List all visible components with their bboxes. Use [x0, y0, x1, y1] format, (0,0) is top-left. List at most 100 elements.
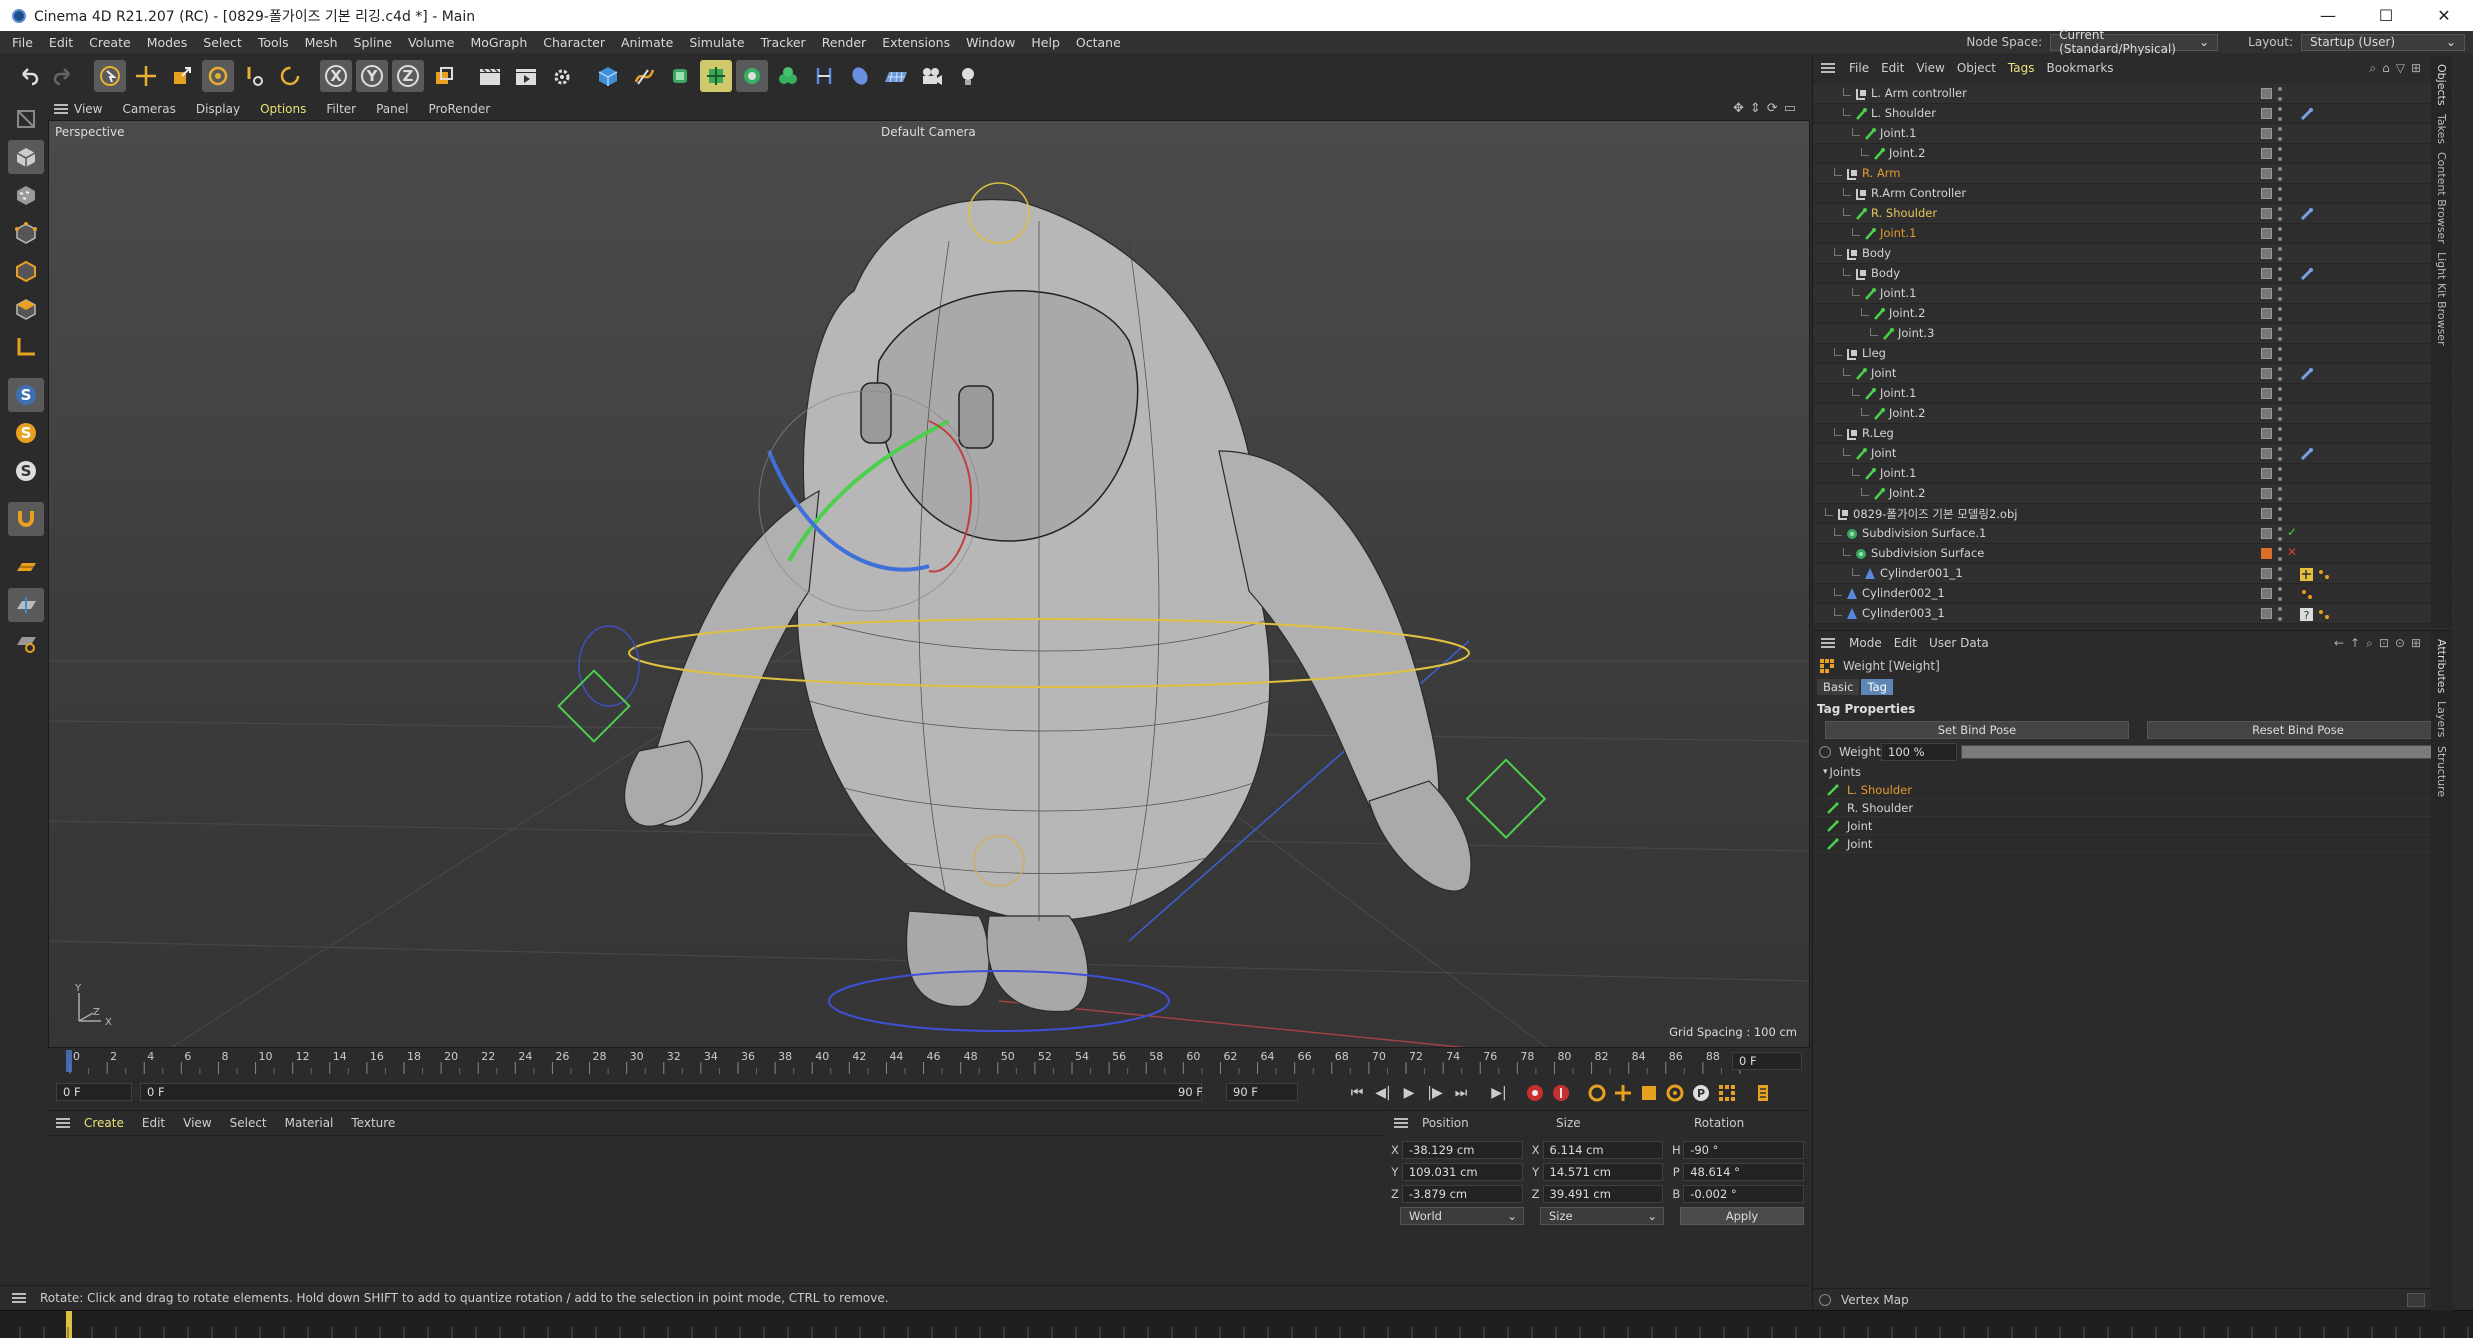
tree-branch-icon[interactable] — [1834, 248, 1842, 256]
object-name[interactable]: Body — [1862, 246, 1891, 260]
visibility-dots-icon[interactable] — [2278, 347, 2282, 361]
tree-branch-icon[interactable] — [1843, 188, 1851, 196]
weight-tag-icon[interactable] — [2299, 206, 2315, 222]
object-name[interactable]: Body — [1871, 266, 1900, 280]
tree-branch-icon[interactable] — [1861, 488, 1869, 496]
model-mode-button[interactable] — [8, 140, 44, 174]
live-selection-button[interactable] — [94, 60, 126, 92]
disabled-cross-icon[interactable]: ✕ — [2287, 545, 2297, 559]
weight-slider[interactable] — [1961, 745, 2451, 759]
object-row[interactable]: Subdivision Surface ✕ — [1813, 544, 2453, 564]
joints-group-header[interactable]: ▾ Joints — [1813, 763, 2452, 781]
menu-edit[interactable]: Edit — [49, 35, 73, 50]
parameter-key-button[interactable]: P — [1688, 1080, 1714, 1106]
object-name[interactable]: Joint.1 — [1880, 126, 1916, 140]
object-name[interactable]: Cylinder003_1 — [1862, 606, 1945, 620]
add-camera-button[interactable] — [916, 60, 948, 92]
visibility-dots-icon[interactable] — [2278, 487, 2282, 501]
tree-branch-icon[interactable] — [1843, 108, 1851, 116]
rotation-p-field[interactable]: 48.614 ° — [1683, 1163, 1805, 1181]
layer-checkbox[interactable] — [2261, 608, 2272, 619]
tab-tag[interactable]: Tag — [1861, 679, 1893, 695]
object-name[interactable]: Joint.1 — [1880, 226, 1916, 240]
size-z-field[interactable]: 39.491 cm — [1542, 1185, 1664, 1203]
visibility-dots-icon[interactable] — [2278, 567, 2282, 581]
layer-checkbox[interactable] — [2261, 588, 2272, 599]
menu-tracker[interactable]: Tracker — [761, 35, 806, 50]
menu-mesh[interactable]: Mesh — [305, 35, 338, 50]
tree-branch-icon[interactable] — [1852, 288, 1860, 296]
go-to-start-button[interactable]: ⏮ — [1344, 1080, 1370, 1106]
tree-branch-icon[interactable] — [1834, 168, 1842, 176]
object-name[interactable]: Joint.3 — [1898, 326, 1934, 340]
layer-checkbox[interactable] — [2261, 268, 2272, 279]
layer-checkbox[interactable] — [2261, 428, 2272, 439]
material-menu-create[interactable]: Create — [84, 1116, 124, 1130]
menu-tools[interactable]: Tools — [258, 35, 289, 50]
object-name[interactable]: Joint.1 — [1880, 286, 1916, 300]
menu-create[interactable]: Create — [89, 35, 131, 50]
tree-branch-icon[interactable] — [1861, 408, 1869, 416]
min-frame-field[interactable]: 0 F — [56, 1083, 132, 1101]
visibility-dots-icon[interactable] — [2278, 587, 2282, 601]
visibility-dots-icon[interactable] — [2278, 267, 2282, 281]
tree-branch-icon[interactable] — [1852, 568, 1860, 576]
attribute-nav-icons[interactable]: ←↑⌕⊡⊙⊞ — [2334, 636, 2427, 651]
maximize-button[interactable]: ☐ — [2357, 0, 2415, 31]
object-menu-tags[interactable]: Tags — [2008, 61, 2035, 75]
layer-checkbox[interactable] — [2261, 348, 2272, 359]
object-row[interactable]: L. Shoulder — [1813, 104, 2453, 124]
tree-branch-icon[interactable] — [1825, 508, 1833, 516]
x-axis-lock-button[interactable]: X — [320, 60, 352, 92]
rotate-alt-button[interactable] — [274, 60, 306, 92]
object-row[interactable]: Joint.1 — [1813, 124, 2453, 144]
object-row[interactable]: R.Leg — [1813, 424, 2453, 444]
layer-checkbox[interactable] — [2261, 228, 2272, 239]
workplane-button[interactable] — [8, 502, 44, 536]
edge-mode-button[interactable] — [8, 254, 44, 288]
layer-checkbox[interactable] — [2261, 568, 2272, 579]
object-row[interactable]: Joint.1 — [1813, 464, 2453, 484]
viewport-menu-cameras[interactable]: Cameras — [122, 102, 175, 116]
vertex-map-tag-icon[interactable] — [2317, 606, 2331, 622]
object-row[interactable]: Joint.1 — [1813, 384, 2453, 404]
timeline-window-button[interactable] — [1750, 1080, 1776, 1106]
material-hamburger-icon[interactable] — [56, 1118, 70, 1128]
visibility-dots-icon[interactable] — [2278, 427, 2282, 441]
viewport-menu-display[interactable]: Display — [196, 102, 240, 116]
timeline-ruler[interactable]: 0 2 4 6 8 10 12 14 16 18 20 22 24 26 28 30 32 34 36 38 40 42 4… — [48, 1048, 1810, 1074]
object-row[interactable]: Joint.2 — [1813, 304, 2453, 324]
layer-checkbox[interactable] — [2261, 448, 2272, 459]
object-row[interactable]: L. Arm controller — [1813, 84, 2453, 104]
unknown-tag-icon[interactable]: ? — [2299, 606, 2315, 622]
node-space-dropdown[interactable]: Current (Standard/Physical) ⌄ — [2050, 28, 2219, 56]
tab-layers[interactable]: Layers — [2435, 701, 2448, 737]
tab-takes[interactable]: Takes — [2435, 114, 2448, 144]
tree-branch-icon[interactable] — [1852, 128, 1860, 136]
object-name[interactable]: Lleg — [1862, 346, 1886, 360]
redo-button[interactable] — [48, 60, 80, 92]
menu-file[interactable]: File — [12, 35, 33, 50]
layer-checkbox[interactable] — [2261, 128, 2272, 139]
material-menu-edit[interactable]: Edit — [142, 1116, 165, 1130]
object-name[interactable]: Subdivision Surface — [1871, 546, 1984, 560]
recent-tools-button[interactable] — [238, 60, 270, 92]
snap-settings-button[interactable]: S — [8, 416, 44, 450]
layer-checkbox[interactable] — [2261, 388, 2272, 399]
add-deformer-button[interactable] — [736, 60, 768, 92]
viewport-nav-icons[interactable]: ✥⇕⟳▭ — [1733, 101, 1802, 116]
layout-dropdown[interactable]: Startup (User) ⌄ — [2301, 33, 2465, 51]
visibility-dots-icon[interactable] — [2278, 407, 2282, 421]
close-button[interactable]: ✕ — [2415, 0, 2473, 31]
layer-color-swatch[interactable] — [2261, 548, 2272, 559]
snap-enable-button[interactable]: S — [8, 378, 44, 412]
material-menu-view[interactable]: View — [183, 1116, 211, 1130]
solo-button[interactable] — [8, 626, 44, 660]
object-menu-view[interactable]: View — [1916, 61, 1944, 75]
add-cube-button[interactable] — [592, 60, 624, 92]
menu-simulate[interactable]: Simulate — [689, 35, 744, 50]
point-level-key-button[interactable] — [1714, 1080, 1740, 1106]
move-tool-button[interactable] — [130, 60, 162, 92]
joint-list-item[interactable]: R. Shoulder — [1813, 799, 2433, 817]
layer-checkbox[interactable] — [2261, 248, 2272, 259]
